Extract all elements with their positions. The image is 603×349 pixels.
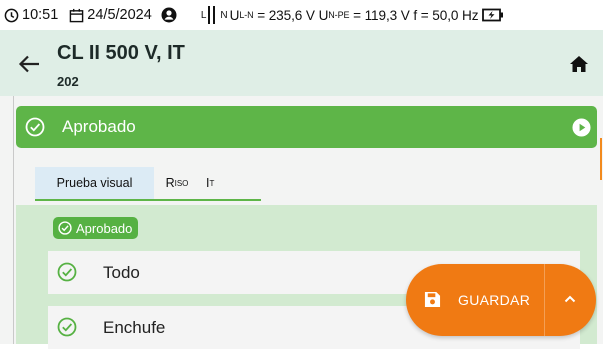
tab-prueba-visual[interactable]: Prueba visual	[35, 167, 154, 199]
back-arrow-icon[interactable]	[18, 55, 40, 73]
voltage-readout: U L-N = 235,6 V U N-PE = 119,3 V f = 50,0 …	[229, 7, 479, 23]
status-time: 10:51	[22, 7, 59, 23]
status-bar: 10:51 24/5/2024 L N U L-N = 235,6 V U N-PE…	[0, 0, 603, 30]
page-subtitle: 202	[57, 74, 79, 89]
page-title: CL II 500 V, IT	[57, 42, 185, 64]
result-banner[interactable]: Aprobado	[16, 106, 597, 148]
network-indicator: L N	[201, 5, 228, 25]
battery-charging-icon	[482, 8, 504, 22]
save-button-label: GUARDAR	[458, 292, 531, 308]
check-circle-icon	[58, 221, 72, 235]
check-circle-icon	[57, 262, 77, 282]
tab-underline	[35, 199, 261, 201]
check-circle-icon	[57, 317, 77, 337]
result-status: Aprobado	[62, 117, 136, 136]
play-circle-icon[interactable]	[572, 118, 591, 137]
chevron-up-icon	[564, 295, 576, 303]
list-item-label: Todo	[103, 263, 140, 282]
status-badge: Aprobado	[53, 217, 139, 239]
floppy-disk-icon	[424, 291, 441, 308]
home-icon[interactable]	[569, 55, 589, 73]
check-circle-icon	[25, 117, 45, 137]
calendar-icon	[69, 8, 84, 23]
tab-riso[interactable]: R ISO	[154, 167, 200, 199]
tab-it[interactable]: IT	[200, 167, 232, 199]
test-tabs: Prueba visual R ISO IT	[35, 167, 261, 201]
expand-button[interactable]	[545, 264, 596, 336]
status-date: 24/5/2024	[87, 7, 152, 23]
save-button[interactable]: GUARDAR	[406, 264, 544, 336]
list-item-label: Enchufe	[103, 318, 166, 337]
user-account-icon	[161, 7, 177, 23]
app-header: CL II 500 V, IT 202	[0, 30, 603, 96]
save-fab: GUARDAR	[406, 264, 596, 336]
scroll-indicator[interactable]	[600, 138, 602, 180]
divider	[13, 96, 14, 344]
clock-icon	[4, 8, 19, 23]
